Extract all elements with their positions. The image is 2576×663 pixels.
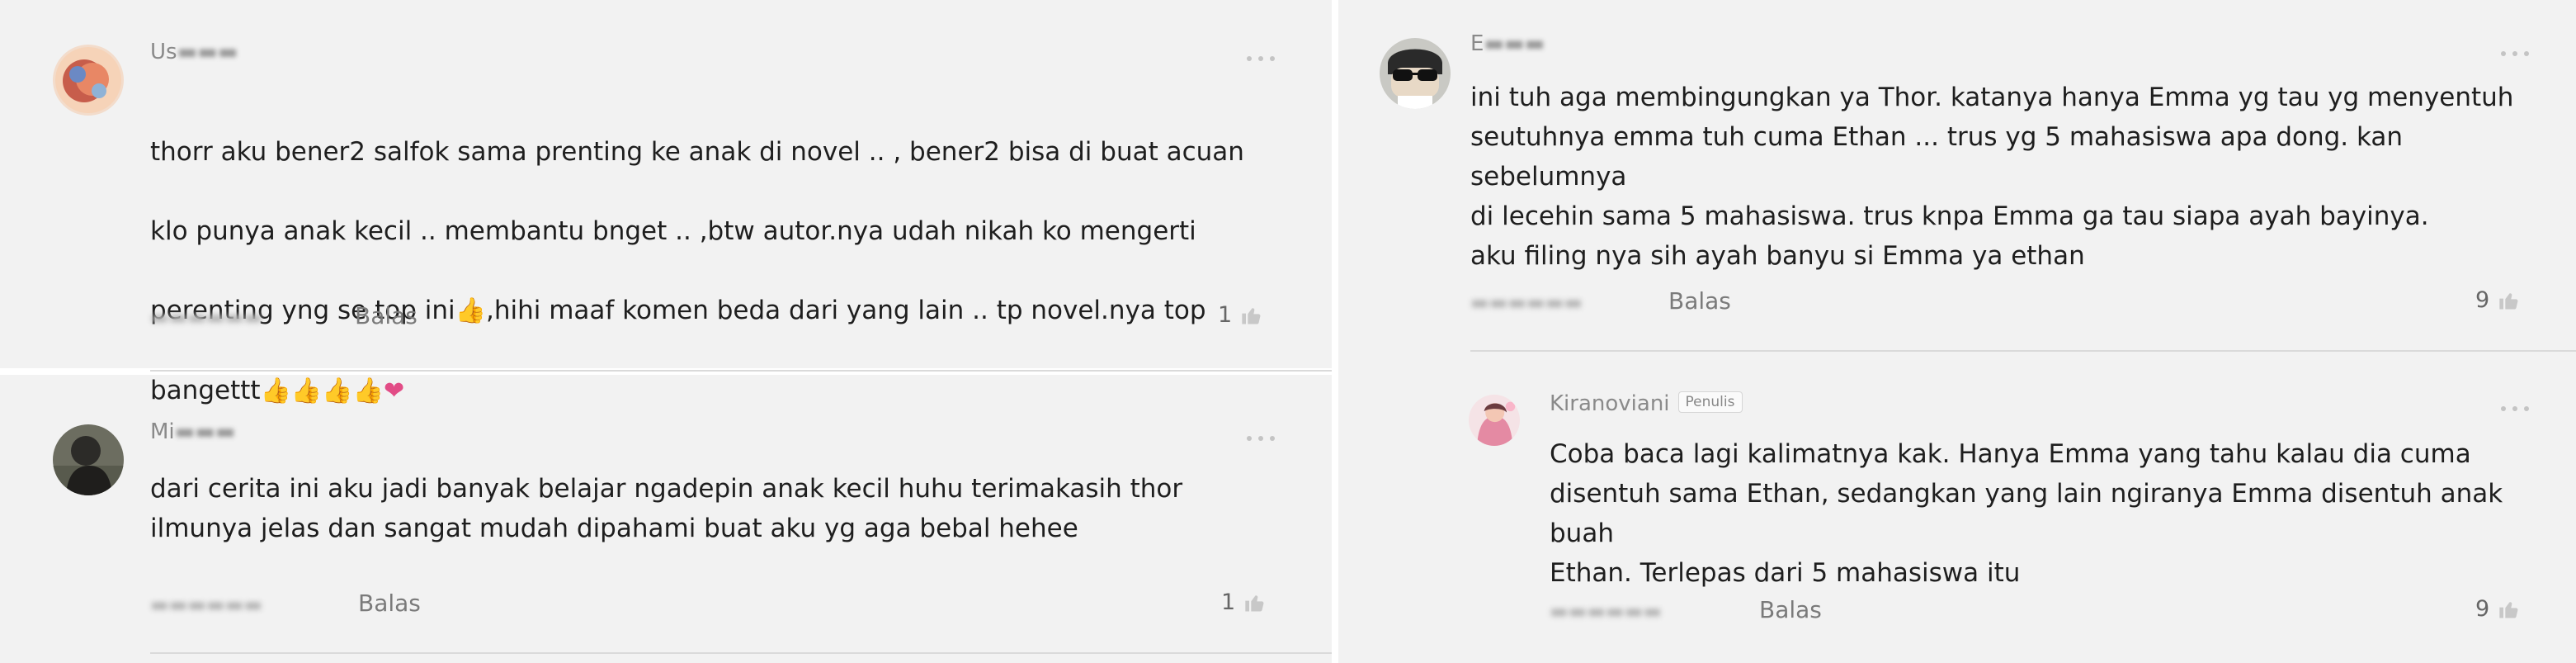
comment-text-line: bangettt👍👍👍👍❤	[150, 371, 1289, 411]
thumbs-up-emoji: 👍	[455, 296, 486, 325]
more-options-icon[interactable]	[1244, 433, 1277, 444]
username-text: Us	[150, 40, 177, 64]
avatar[interactable]	[1469, 395, 1520, 446]
avatar[interactable]	[53, 424, 124, 495]
avatar-photo-dark-icon	[53, 424, 124, 495]
like-count: 1	[1218, 302, 1233, 328]
like-count: 9	[2475, 596, 2490, 622]
timestamp-blurred: ▬▬▬▬▬▬	[150, 593, 263, 616]
comment-text-segment: ,hihi maaf komen beda dari yang lain .. …	[485, 296, 1206, 325]
comment-text-line: klo punya anak kecil .. membantu bnget .…	[150, 216, 1196, 246]
username-text: Kiranoviani	[1550, 391, 1670, 416]
like-button[interactable]: 1	[1218, 302, 1263, 328]
comment-text-segment: bangettt	[150, 376, 261, 405]
comment-text: ini tuh aga membingungkan ya Thor. katan…	[1470, 83, 2514, 271]
username-blurred: ▬▬▬	[1484, 31, 1545, 56]
more-options-icon[interactable]	[2498, 48, 2531, 59]
username[interactable]: Kiranoviani Penulis	[1550, 391, 1743, 416]
avatar-author-icon	[1469, 395, 1520, 446]
timestamp-blurred: ▬▬▬▬▬▬	[1470, 291, 1583, 314]
thumbs-up-icon	[1242, 307, 1261, 324]
divider	[150, 370, 1332, 372]
thumbs-up-emoji: 👍	[260, 376, 291, 405]
like-button[interactable]: 9	[2475, 287, 2521, 313]
timestamp-blurred: ▬▬▬▬▬▬	[150, 305, 263, 329]
like-count: 9	[2475, 287, 2490, 313]
thumbs-up-icon	[2499, 601, 2518, 618]
thumbs-up-icon	[2499, 292, 2518, 309]
more-options-icon[interactable]	[2498, 403, 2531, 414]
reply-button[interactable]: Balas	[355, 302, 418, 329]
thumbs-up-emoji: 👍	[322, 376, 353, 405]
avatar-illustration-icon	[53, 45, 124, 116]
reply-button[interactable]: Balas	[1668, 287, 1731, 315]
comment-text: dari cerita ini aku jadi banyak belajar …	[150, 474, 1183, 543]
username-blurred: ▬▬▬	[174, 419, 236, 444]
username[interactable]: E▬▬▬	[1470, 31, 1545, 56]
like-button[interactable]: 1	[1221, 590, 1267, 615]
like-count: 1	[1221, 590, 1236, 615]
more-options-icon[interactable]	[1244, 53, 1277, 64]
thumbs-up-icon	[1245, 594, 1264, 611]
divider	[1470, 350, 2576, 352]
heart-emoji: ❤	[383, 376, 405, 405]
avatar[interactable]	[1380, 38, 1451, 109]
timestamp-blurred: ▬▬▬▬▬▬	[1550, 599, 1663, 623]
comment-text-line: perenting yng se top ini👍,hihi maaf kome…	[150, 291, 1289, 331]
comment-text: Coba baca lagi kalimatnya kak. Hanya Emm…	[1550, 439, 2503, 588]
reply-button[interactable]: Balas	[358, 590, 421, 617]
comment-text-line: thorr aku bener2 salfok sama prenting ke…	[150, 137, 1244, 167]
thumbs-up-emoji: 👍	[352, 376, 384, 405]
author-badge: Penulis	[1677, 391, 1743, 413]
username-text: Mi	[150, 419, 175, 444]
reply-button[interactable]: Balas	[1759, 596, 1822, 623]
username-text: E	[1470, 31, 1484, 56]
username-blurred: ▬▬▬	[177, 40, 238, 64]
divider	[150, 652, 1332, 654]
comment-text: thorr aku bener2 salfok sama prenting ke…	[150, 92, 1289, 451]
avatar[interactable]	[53, 45, 124, 116]
like-button[interactable]: 9	[2475, 596, 2521, 622]
thumbs-up-emoji: 👍	[290, 376, 323, 405]
avatar-sunglasses-icon	[1380, 38, 1451, 109]
username[interactable]: Mi▬▬▬	[150, 419, 235, 444]
username[interactable]: Us▬▬▬	[150, 40, 238, 64]
